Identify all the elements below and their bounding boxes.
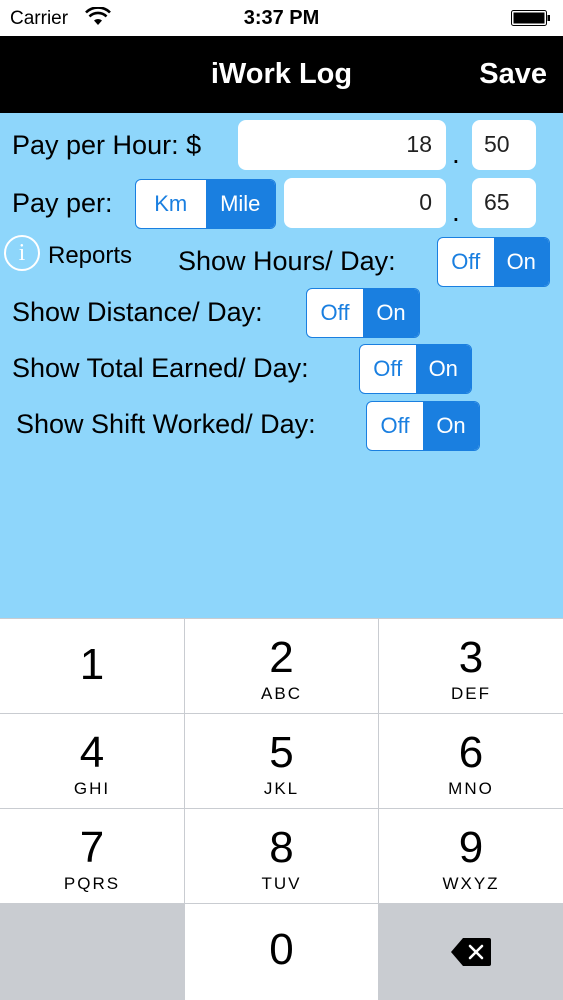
key-2-digit: 2 [269,633,294,682]
show-total-earned-on-option[interactable]: On [415,345,471,393]
key-6-letters: MNO [448,779,494,798]
key-9-letters: WXYZ [442,874,500,893]
clock: 3:37 PM [243,7,320,29]
delete-key[interactable] [379,904,563,1000]
pay-per-hour-decimal-separator: . [452,138,460,169]
distance-unit-selector: Km Mile [135,179,276,229]
key-7-letters: PQRS [63,874,121,893]
info-icon[interactable]: i [4,235,40,271]
key-6[interactable]: 6 MNO [379,714,563,808]
pay-per-distance-label: Pay per: [12,188,113,218]
key-6-digit: 6 [458,728,484,777]
show-distance-off-option[interactable]: Off [307,289,363,337]
pay-per-hour-cents-input[interactable]: 50 [472,120,536,170]
key-3[interactable]: 3 DEF [379,619,563,713]
navigation-bar: iWork Log Save [0,36,563,113]
show-distance-on-option[interactable]: On [363,289,419,337]
key-8-digit: 8 [269,823,294,872]
key-8[interactable]: 8 TUV [185,809,378,903]
unit-option-mile[interactable]: Mile [205,180,275,228]
show-shift-worked-label: Show Shift Worked/ Day: [16,409,316,439]
key-7[interactable]: 7 PQRS [0,809,184,903]
key-7-digit: 7 [79,823,105,872]
key-1[interactable]: 1 [0,619,184,713]
key-3-letters: DEF [451,684,491,703]
pay-per-distance-cents-input[interactable]: 65 [472,178,536,228]
key-8-letters: TUV [261,874,302,893]
numeric-keypad: 1 2 ABC 3 DEF 4 GHI 5 JKL 6 MNO 7 PQRS 8… [0,618,563,1000]
status-bar: Carrier 3:37 PM [0,0,563,36]
key-0-digit: 0 [269,925,294,974]
show-shift-worked-off-option[interactable]: Off [367,402,423,450]
show-total-earned-off-option[interactable]: Off [360,345,416,393]
pay-per-hour-label: Pay per Hour: $ [12,130,202,160]
battery-icon [511,10,550,26]
unit-option-km[interactable]: Km [136,180,206,228]
show-shift-worked-toggle: Off On [366,401,480,451]
key-4-letters: GHI [73,779,111,798]
show-hours-off-option[interactable]: Off [438,238,494,286]
show-hours-toggle: Off On [437,237,550,287]
key-9-digit: 9 [458,823,484,872]
reports-link[interactable]: Reports [48,242,132,270]
backspace-icon [451,938,491,966]
show-hours-label: Show Hours/ Day: [178,246,396,276]
key-1-digit: 1 [79,640,105,689]
key-5-digit: 5 [269,728,294,777]
save-button[interactable]: Save [479,58,547,91]
show-distance-toggle: Off On [306,288,420,338]
show-hours-on-option[interactable]: On [493,238,549,286]
show-total-earned-toggle: Off On [359,344,472,394]
key-5[interactable]: 5 JKL [185,714,378,808]
pay-per-distance-decimal-separator: . [452,196,460,227]
show-distance-label: Show Distance/ Day: [12,297,263,327]
key-blank [0,904,184,1000]
key-4[interactable]: 4 GHI [0,714,184,808]
key-3-digit: 3 [458,633,484,682]
show-shift-worked-on-option[interactable]: On [423,402,479,450]
key-0[interactable]: 0 [185,904,378,1000]
pay-per-distance-whole-input[interactable]: 0 [284,178,446,228]
key-2-letters: ABC [261,684,302,703]
pay-per-hour-whole-input[interactable]: 18 [238,120,446,170]
key-5-letters: JKL [263,779,300,798]
key-2[interactable]: 2 ABC [185,619,378,713]
key-4-digit: 4 [79,728,105,777]
key-9[interactable]: 9 WXYZ [379,809,563,903]
show-total-earned-label: Show Total Earned/ Day: [12,353,309,383]
